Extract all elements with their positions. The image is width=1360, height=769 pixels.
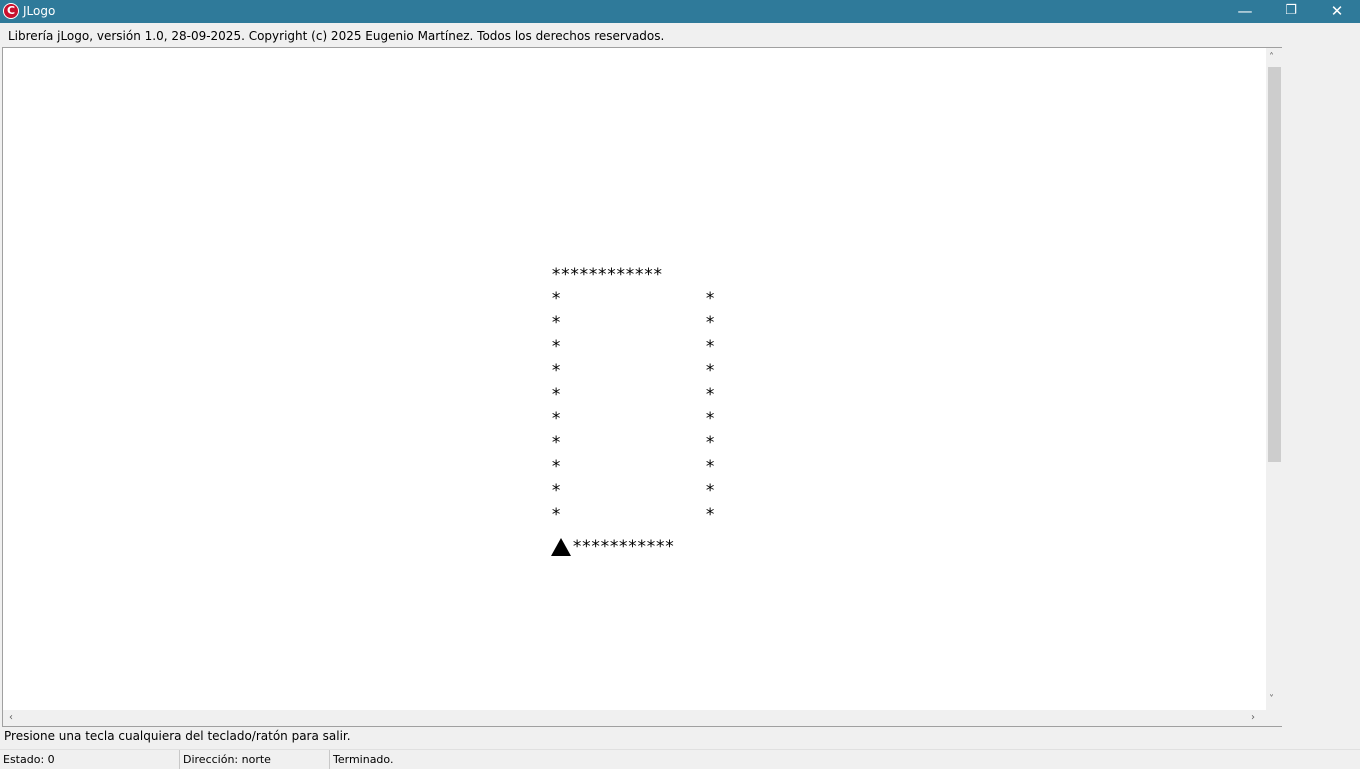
scroll-down-arrow-icon[interactable]: ˅: [1269, 695, 1274, 705]
right-side-asterisk: *: [705, 337, 716, 357]
right-side-asterisk: *: [705, 409, 716, 429]
status-direccion: Dirección: norte: [180, 750, 330, 769]
left-side-asterisk: *: [551, 337, 562, 357]
right-side-asterisk: *: [705, 433, 716, 453]
right-side-asterisk: *: [705, 361, 716, 381]
vertical-scroll-thumb[interactable]: [1268, 67, 1281, 462]
scroll-up-arrow-icon[interactable]: ˄: [1269, 53, 1274, 63]
right-side-asterisk: *: [705, 385, 716, 405]
turtle-triangle-icon: [551, 538, 571, 556]
top-asterisk-row: ************: [551, 265, 663, 285]
close-button[interactable]: ✕: [1314, 0, 1360, 23]
left-side-asterisk: *: [551, 361, 562, 381]
left-side-asterisk: *: [551, 313, 562, 333]
library-info-text: Librería jLogo, versión 1.0, 28-09-2025.…: [8, 29, 665, 43]
left-side-asterisk: *: [551, 505, 562, 525]
right-side-asterisk: *: [705, 481, 716, 501]
status-estado: Estado: 0: [0, 750, 180, 769]
title-bar: C JLogo — ❐ ✕: [0, 0, 1360, 23]
left-side-asterisk: *: [551, 481, 562, 501]
right-side-asterisk: *: [705, 289, 716, 309]
vertical-scrollbar[interactable]: ˄ ˅: [1266, 48, 1282, 710]
left-side-asterisk: *: [551, 457, 562, 477]
left-side-asterisk: *: [551, 433, 562, 453]
left-side-asterisk: *: [551, 385, 562, 405]
drawing-canvas[interactable]: ************ * * * * * * * * * * * * * * * * * * * * ******…: [2, 47, 1282, 727]
scroll-right-arrow-icon[interactable]: ›: [1251, 713, 1255, 723]
exit-instruction: Presione una tecla cualquiera del teclad…: [4, 729, 351, 743]
bottom-asterisk-row: ***********: [572, 537, 675, 557]
status-resultado: Terminado.: [333, 753, 394, 766]
scroll-left-arrow-icon[interactable]: ‹: [9, 713, 13, 723]
status-bar: Estado: 0 Dirección: norte Terminado.: [0, 749, 1360, 769]
scrollbar-corner: [1266, 710, 1282, 726]
right-side-asterisk: *: [705, 457, 716, 477]
left-side-asterisk: *: [551, 409, 562, 429]
right-side-asterisk: *: [705, 313, 716, 333]
restore-button[interactable]: ❐: [1268, 0, 1314, 23]
minimize-button[interactable]: —: [1222, 0, 1268, 23]
right-side-asterisk: *: [705, 505, 716, 525]
app-icon: C: [3, 3, 19, 19]
horizontal-scrollbar[interactable]: ‹ ›: [3, 710, 1266, 726]
left-side-asterisk: *: [551, 289, 562, 309]
window-title: JLogo: [23, 4, 56, 18]
